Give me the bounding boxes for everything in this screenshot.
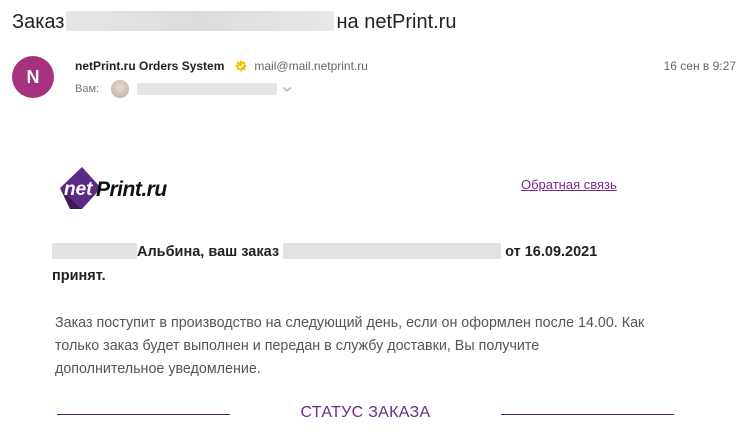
email-subject: Заказ на netPrint.ru: [12, 11, 456, 34]
headline-date: от 16.09.2021: [505, 244, 598, 260]
recipient-avatar[interactable]: [111, 80, 130, 98]
redacted-surname: [52, 243, 137, 259]
sender-initial: N: [26, 66, 40, 87]
logo-text: Print.ru: [96, 178, 167, 201]
to-label: Вам:: [75, 83, 100, 95]
logo-badge: net: [64, 179, 93, 200]
status-section-header: СТАТУС ЗАКАЗА: [57, 402, 674, 426]
redacted-recipient: [137, 83, 278, 95]
verified-sender-icon[interactable]: [234, 59, 248, 73]
email-date: 16 сен в 9:27: [663, 59, 736, 73]
netprint-logo[interactable]: net Print.ru: [56, 166, 196, 212]
feedback-link[interactable]: Обратная связь: [521, 177, 617, 192]
redacted-order-number: [66, 11, 335, 31]
info-paragraph: Заказ поступит в производство на следующ…: [55, 315, 645, 377]
order-headline: Альбина, ваш заказ от 16.09.2021 принят.: [52, 240, 652, 288]
sender-email[interactable]: mail@mail.netprint.ru: [254, 59, 368, 73]
sender-line: netPrint.ru Orders System mail@mail.netp…: [75, 59, 368, 73]
headline-status: принят.: [52, 268, 106, 284]
sender-name[interactable]: netPrint.ru Orders System: [75, 59, 224, 73]
status-heading: СТАТУС ЗАКАЗА: [300, 404, 431, 421]
recipient-line: Вам:: [75, 80, 293, 98]
chevron-down-icon[interactable]: [281, 83, 293, 95]
redacted-order-id: [283, 243, 502, 259]
subject-suffix: на netPrint.ru: [336, 11, 457, 33]
divider-right: [501, 414, 674, 415]
subject-prefix: Заказ: [12, 11, 65, 33]
sender-avatar[interactable]: N: [12, 56, 54, 98]
headline-name: Альбина, ваш заказ: [137, 244, 280, 260]
